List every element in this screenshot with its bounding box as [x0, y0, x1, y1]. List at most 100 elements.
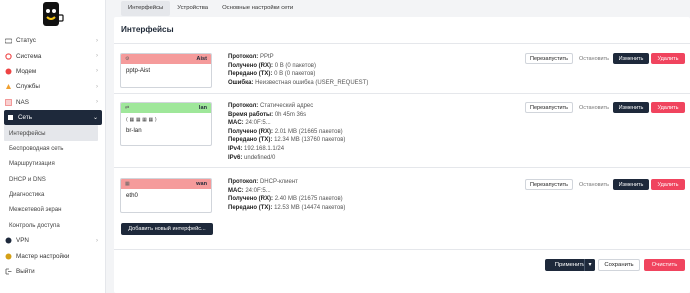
- delete-button[interactable]: Удалить: [651, 102, 685, 113]
- tunnel-icon: ⚙: [125, 56, 130, 62]
- interface-device: pptp-Aist: [126, 67, 151, 74]
- divider: [114, 93, 690, 94]
- info-key: Протокол:: [228, 103, 259, 109]
- interface-name: Aist: [196, 56, 207, 62]
- tab-global-network-settings[interactable]: Основные настройки сети: [215, 1, 300, 16]
- interface-device: br-lan: [126, 127, 142, 134]
- svg-text:( ▦ ▦ ▦ ▦ ): ( ▦ ▦ ▦ ▦ ): [126, 117, 157, 122]
- interface-name: lan: [198, 105, 207, 111]
- info-key: Получено (RX):: [228, 196, 274, 203]
- divider: [114, 43, 690, 44]
- info-key: Получено (RX):: [228, 62, 274, 69]
- sidebar-item-network[interactable]: Сеть ⌄: [4, 109, 102, 126]
- info-row: Передано (TX): 12.34 MB (13760 пакетов): [228, 136, 345, 145]
- info-row: Ошибка: Неизвестная ошибка (USER_REQUEST…: [228, 79, 368, 88]
- edit-button[interactable]: Изменить: [613, 53, 649, 64]
- tab-bar: Интерфейсы Устройства Основные настройки…: [114, 0, 690, 16]
- info-row: Протокол: Статический адрес: [228, 102, 345, 111]
- port-icons: ( ▦ ▦ ▦ ▦ ): [126, 117, 157, 123]
- info-key: Время работы:: [228, 111, 274, 118]
- sidebar-subitem-wireless[interactable]: Беспроводная сеть: [0, 141, 106, 156]
- chevron-down-icon: ⌄: [92, 115, 98, 122]
- info-row: IPv4: 192.168.1.1/24: [228, 145, 345, 154]
- sidebar-subitem-diagnostics[interactable]: Диагностика: [0, 187, 106, 202]
- panel-title: Интерфейсы: [121, 25, 174, 34]
- interface-name: wan: [196, 181, 207, 187]
- info-row: Передано (TX): 0 B (0 пакетов): [228, 70, 368, 79]
- info-key: Протокол:: [228, 179, 259, 185]
- delete-button[interactable]: Удалить: [651, 179, 685, 190]
- save-button[interactable]: Сохранить: [598, 259, 640, 271]
- sidebar-item-label: Сеть: [18, 114, 33, 122]
- ethernet-icon: ▦: [125, 181, 130, 187]
- interface-device: eth0: [126, 192, 138, 199]
- info-row: Время работы: 0h 45m 36s: [228, 111, 345, 120]
- apply-dropdown-button[interactable]: ▾: [584, 259, 595, 271]
- sidebar-item-nas[interactable]: NAS ›: [0, 95, 106, 110]
- info-value: 0 B (0 пакетов): [274, 71, 316, 78]
- network-icon: [6, 114, 14, 122]
- sidebar-subitem-dhcp-dns[interactable]: DHCP и DNS: [0, 172, 106, 187]
- sidebar-item-logout[interactable]: Выйти: [0, 264, 106, 279]
- sidebar-item-wizard[interactable]: Мастер настройки: [0, 248, 106, 263]
- edit-button[interactable]: Изменить: [613, 102, 649, 113]
- info-row: IPv6: undefined/0: [228, 154, 345, 163]
- interface-info-aist: Протокол: PPtP Получено (RX): 0 B (0 пак…: [228, 53, 368, 87]
- info-key: Передано (TX):: [228, 137, 273, 144]
- nas-icon: [4, 98, 12, 106]
- bridge-icon: ⇄: [125, 105, 130, 111]
- modem-icon: [4, 67, 12, 75]
- stop-button[interactable]: Остановить: [577, 53, 611, 64]
- sidebar: Статус › Система › Модем › Службы › NAS …: [0, 0, 106, 293]
- sidebar-item-vpn[interactable]: VPN ›: [0, 233, 106, 248]
- stop-button[interactable]: Остановить: [577, 102, 611, 113]
- info-row: Получено (RX): 2.01 MB (21665 пакетов): [228, 128, 345, 137]
- info-value: 0h 45m 36s: [274, 111, 307, 118]
- info-value: 24:0F:5...: [245, 120, 271, 127]
- sidebar-subitem-interfaces[interactable]: Интерфейсы: [4, 125, 98, 141]
- info-key: Передано (TX):: [228, 71, 273, 78]
- delete-button[interactable]: Удалить: [651, 53, 685, 64]
- info-value: 192.168.1.1/24: [244, 145, 285, 152]
- interface-info-wan: Протокол: DHCP-клиент MAC: 24:0F:5... По…: [228, 178, 345, 212]
- add-interface-button[interactable]: Добавить новый интерфейс...: [121, 223, 213, 235]
- restart-button[interactable]: Перезапустить: [525, 53, 573, 64]
- stop-button[interactable]: Остановить: [577, 179, 611, 190]
- interface-badge-aist: ⚙ Aist pptp-Aist: [120, 53, 212, 88]
- info-key: IPv6:: [228, 154, 243, 161]
- restart-button[interactable]: Перезапустить: [525, 179, 573, 190]
- info-value: Статический адрес: [259, 103, 314, 109]
- restart-button[interactable]: Перезапустить: [525, 102, 573, 113]
- logout-icon: [4, 268, 12, 276]
- vpn-icon: [4, 237, 12, 245]
- sidebar-item-modem[interactable]: Модем ›: [0, 64, 106, 79]
- tab-devices[interactable]: Устройства: [170, 1, 215, 16]
- edit-button[interactable]: Изменить: [613, 179, 649, 190]
- sidebar-item-status[interactable]: Статус ›: [0, 33, 106, 48]
- sidebar-item-system[interactable]: Система ›: [0, 48, 106, 63]
- info-value: 2.01 MB (21665 пакетов): [274, 128, 343, 135]
- chevron-right-icon: ›: [96, 83, 98, 90]
- chevron-right-icon: ›: [96, 99, 98, 106]
- info-value: DHCP-клиент: [259, 179, 298, 185]
- interface-info-lan: Протокол: Статический адрес Время работы…: [228, 102, 345, 162]
- info-row: MAC: 24:0F:5...: [228, 187, 345, 196]
- wizard-icon: [4, 252, 12, 260]
- logo-icon: [43, 2, 64, 26]
- sidebar-subitem-routing[interactable]: Маршрутизация: [0, 156, 106, 171]
- sidebar-subitem-firewall[interactable]: Межсетевой экран: [0, 202, 106, 217]
- info-key: IPv4:: [228, 145, 243, 152]
- services-icon: [4, 83, 12, 91]
- chevron-right-icon: ›: [96, 68, 98, 75]
- sidebar-item-services[interactable]: Службы ›: [0, 79, 106, 94]
- reset-button[interactable]: Очистить: [644, 259, 685, 271]
- interface-badge-wan: ▦ wan eth0: [120, 178, 212, 213]
- info-row: Получено (RX): 0 B (0 пакетов): [228, 62, 368, 71]
- tab-interfaces[interactable]: Интерфейсы: [121, 0, 171, 16]
- sidebar-item-label: Модем: [16, 67, 37, 75]
- sidebar-subitem-access-control[interactable]: Контроль доступа: [0, 218, 106, 233]
- info-key: MAC:: [228, 187, 244, 194]
- chevron-right-icon: ›: [96, 53, 98, 60]
- info-key: MAC:: [228, 120, 244, 127]
- info-value: 0 B (0 пакетов): [274, 62, 316, 69]
